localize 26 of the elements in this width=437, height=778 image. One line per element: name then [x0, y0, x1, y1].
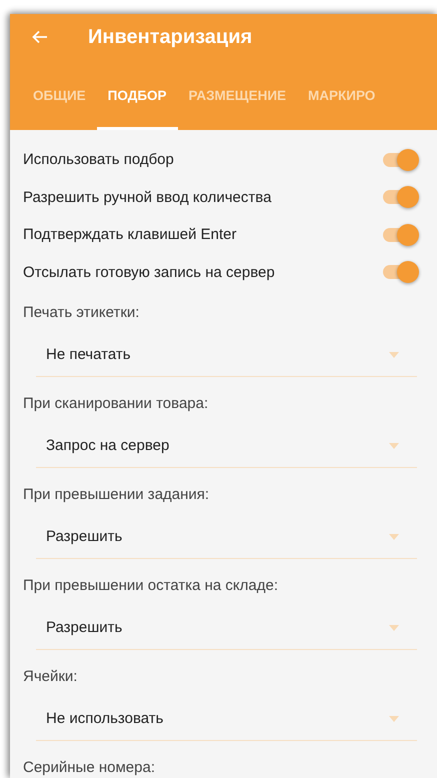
field-label: При превышении остатка на складе:	[23, 576, 280, 596]
screen-title: Инвентаризация	[88, 26, 252, 48]
dropdown-arrow-icon	[389, 534, 399, 540]
dropdown-arrow-icon	[389, 624, 399, 630]
toggle-switch[interactable]	[383, 148, 419, 172]
dropdown-arrow-icon	[389, 442, 399, 448]
field-label: Ячейки:	[23, 666, 78, 686]
dropdown[interactable]: Разрешить	[36, 515, 417, 559]
dropdown[interactable]: Разрешить	[36, 606, 417, 650]
field-label: Печать этикетки:	[23, 302, 140, 322]
setting-label: Подтверждать клавишей Enter	[23, 226, 237, 244]
setting-label: Отсылать готовую запись на сервер	[23, 264, 275, 281]
field-label: При превышении задания:	[23, 484, 210, 504]
toggle-switch[interactable]	[383, 222, 419, 247]
dropdown[interactable]: Запрос на сервер	[36, 424, 417, 468]
dropdown[interactable]: Не печатать	[36, 333, 417, 377]
field-label: Серийные номера:	[23, 758, 156, 778]
setting-label: Использовать подбор	[23, 151, 174, 168]
setting-label: Разрешить ручной ввод количества	[23, 188, 272, 206]
dropdown[interactable]: Не использовать	[36, 697, 417, 741]
back-arrow-icon[interactable]	[32, 30, 48, 44]
field-label: При сканировании товара:	[23, 394, 210, 414]
dropdown-arrow-icon	[389, 352, 399, 358]
toggle-switch[interactable]	[383, 260, 419, 284]
dropdown-arrow-icon	[389, 716, 399, 722]
toggle-switch[interactable]	[383, 185, 419, 210]
